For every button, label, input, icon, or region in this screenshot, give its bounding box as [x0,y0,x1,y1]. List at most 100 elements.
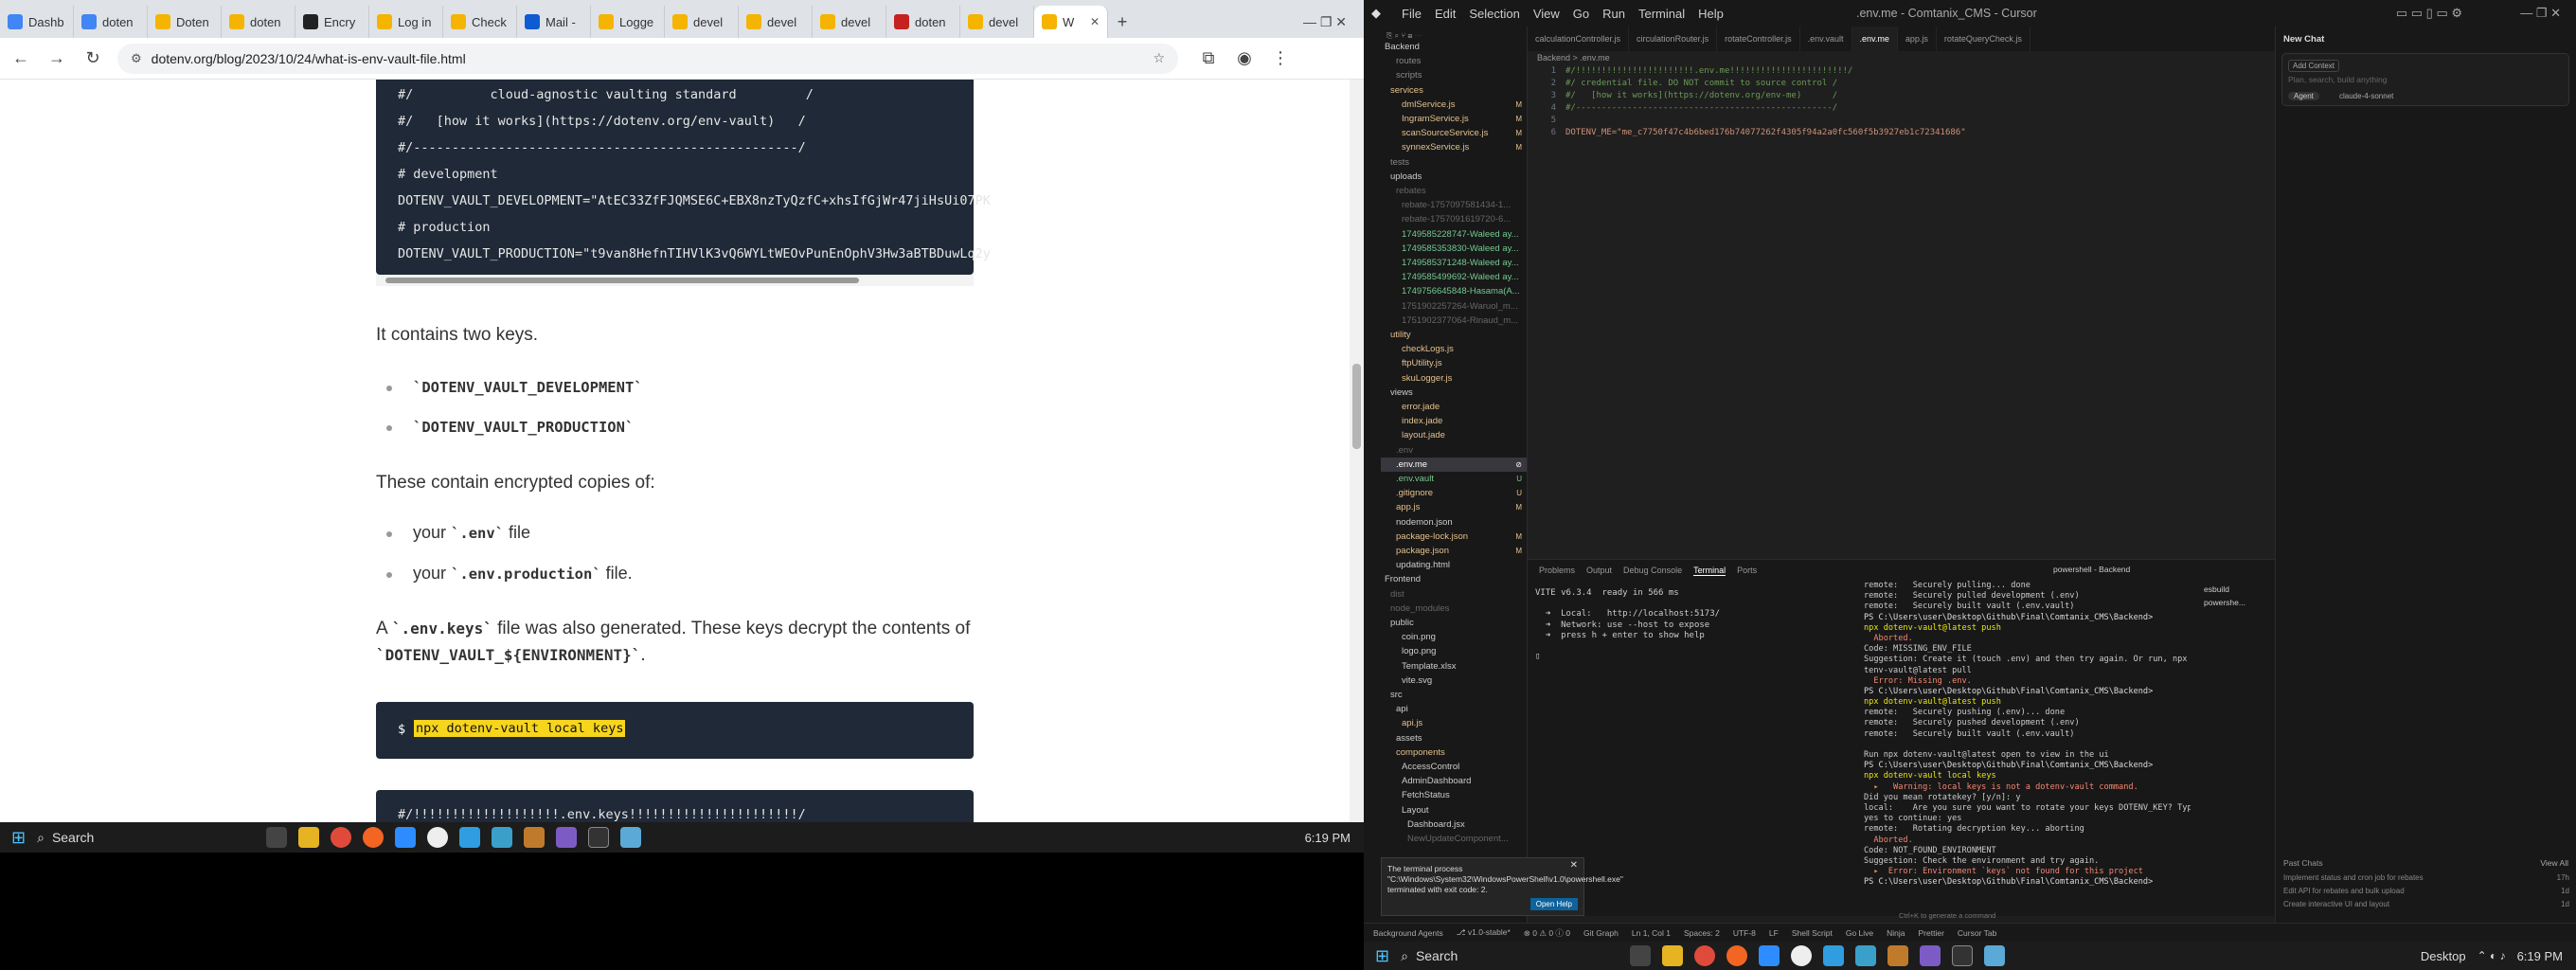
status-item[interactable]: Ln 1, Col 1 [1632,928,1671,938]
panel-tab[interactable]: Debug Console [1623,566,1682,575]
explorer-item[interactable]: rebates [1381,184,1527,198]
view-all-link[interactable]: View All [2540,858,2568,868]
browser-tab[interactable]: doten [886,6,960,38]
explorer-item[interactable]: 1749585499692-Waleed ay... [1381,270,1527,284]
editor-tab[interactable]: .env.vault [1800,27,1852,51]
cursor-icon[interactable] [1854,945,1876,966]
terminal-name[interactable]: powershell - Backend [2053,565,2130,574]
explorer-item[interactable]: skuLogger.js [1381,371,1527,386]
profile-icon[interactable]: ◉ [1229,44,1260,74]
browser-tab[interactable]: W ✕ [1034,6,1108,38]
explorer-item[interactable]: uploads [1381,170,1527,184]
start-icon[interactable]: ⊞ [11,828,26,848]
explorer-item[interactable]: routes [1381,54,1527,68]
explorer-item[interactable]: .gitignore U [1381,486,1527,500]
explorer-item[interactable]: utility [1381,328,1527,342]
status-item[interactable]: Git Graph [1583,928,1619,938]
explorer-item[interactable]: error.jade [1381,400,1527,414]
explorer-item[interactable]: dist [1381,587,1527,602]
explorer-item[interactable]: updating.html [1381,558,1527,572]
menu-item[interactable]: Run [1602,7,1625,21]
vscode-icon[interactable] [1822,945,1844,966]
past-chat-item[interactable]: Create interactive UI and layout 1d [2283,898,2569,911]
status-item[interactable]: ⊗ 0 ⚠ 0 ⓘ 0 [1524,927,1570,939]
forward-button[interactable]: → [42,44,72,74]
highlighted-command[interactable]: npx dotenv-vault local keys [414,720,626,737]
editor-tab[interactable]: rotateController.js [1717,27,1800,51]
panel-tab[interactable]: Problems [1539,566,1575,575]
model-select[interactable]: claude-4-sonnet [2339,92,2393,100]
chrome-icon[interactable] [1693,945,1715,966]
task-view-icon[interactable] [1629,945,1651,966]
extensions-icon[interactable]: ⧉ [1193,44,1224,74]
explorer-item[interactable]: app.js M [1381,500,1527,514]
explorer-item[interactable]: Backend [1381,40,1527,54]
github-icon[interactable] [426,827,448,848]
editor-tab[interactable]: circulationRouter.js [1629,27,1718,51]
explorer-item[interactable]: AccessControl [1381,760,1527,774]
explorer-item[interactable]: .env.me ⊘ [1381,457,1527,472]
explorer-item[interactable]: coin.png [1381,630,1527,644]
explorer-item[interactable]: 1749585353830-Waleed ay... [1381,242,1527,256]
explorer-item[interactable]: dmlService.js M [1381,98,1527,112]
past-chat-item[interactable]: Edit API for rebates and bulk upload 1d [2283,885,2569,898]
explorer-item[interactable]: public [1381,616,1527,630]
task-view-icon[interactable] [265,827,287,848]
status-item[interactable]: ⎇ v1.0-stable* [1457,927,1511,938]
explorer-item[interactable]: IngramService.js M [1381,112,1527,126]
panel-tab[interactable]: Terminal [1693,566,1726,576]
explorer-item[interactable]: api [1381,702,1527,716]
explorer-item[interactable]: checkLogs.js [1381,342,1527,356]
menu-item[interactable]: Edit [1435,7,1456,21]
browser-tab[interactable]: Doten [148,6,222,38]
back-button[interactable]: ← [6,44,36,74]
explorer-item[interactable]: nodemon.json [1381,515,1527,530]
editor-tab[interactable]: rotateQueryCheck.js [1937,27,2030,51]
explorer-item[interactable]: Template.xlsx [1381,659,1527,674]
toast-close-icon[interactable]: ✕ [1570,860,1578,871]
explorer-item[interactable]: components [1381,745,1527,760]
taskbar-search[interactable]: Search [1416,948,1624,963]
add-context-button[interactable]: Add Context [2288,60,2340,72]
code-hscrollbar[interactable] [376,275,974,286]
menu-item[interactable]: File [1402,7,1422,21]
vs-icon[interactable] [555,827,577,848]
new-tab-button[interactable]: + [1108,6,1136,38]
zoom-icon[interactable] [1758,945,1780,966]
status-item[interactable]: Background Agents [1373,928,1443,938]
notepad-icon[interactable] [1983,945,2005,966]
file-explorer-icon[interactable] [1661,945,1683,966]
explorer-item[interactable]: ftpUtility.js [1381,356,1527,370]
explorer-item[interactable]: Frontend [1381,572,1527,586]
explorer-item[interactable]: Layout [1381,803,1527,817]
explorer-item[interactable]: node_modules [1381,602,1527,616]
explorer-item[interactable]: api.js [1381,716,1527,730]
app-icon[interactable] [1887,945,1908,966]
explorer-item[interactable]: synnexService.js M [1381,140,1527,154]
terminal-list-item[interactable]: esbuild [2200,583,2272,596]
browser-tab[interactable]: doten [74,6,148,38]
bookmark-star-icon[interactable]: ☆ [1153,50,1165,66]
file-explorer-icon[interactable] [297,827,319,848]
status-item[interactable]: Cursor Tab [1958,928,1996,938]
explorer-item[interactable]: vite.svg [1381,674,1527,688]
menu-icon[interactable]: ⋮ [1265,44,1296,74]
explorer-item[interactable]: 1749585228747-Waleed ay... [1381,227,1527,242]
explorer-item[interactable]: src [1381,688,1527,702]
explorer-item[interactable]: scanSourceService.js M [1381,126,1527,140]
terminal-list-item[interactable]: powershe... [2200,596,2272,609]
zoom-icon[interactable] [394,827,416,848]
tray-icons[interactable]: ⌃ ◐ ♪ [2478,949,2506,962]
terminal-icon[interactable] [1951,945,1973,966]
open-help-button[interactable]: Open Help [1530,898,1578,910]
explorer-item[interactable]: rebate-1757097581434-1... [1381,198,1527,212]
browser-tab[interactable]: Log in [369,6,443,38]
reload-button[interactable]: ↻ [78,44,108,74]
menu-item[interactable]: Selection [1469,7,1519,21]
code-area[interactable]: 1 #/!!!!!!!!!!!!!!!!!!!!!!!.env.me!!!!!!!… [1528,66,2275,540]
page-scrollbar[interactable] [1350,80,1364,822]
status-item[interactable]: Shell Script [1792,928,1833,938]
notepad-icon[interactable] [619,827,641,848]
explorer-item[interactable]: 1749756645848-Hasama(A... [1381,284,1527,298]
explorer-item[interactable]: package.json M [1381,544,1527,558]
